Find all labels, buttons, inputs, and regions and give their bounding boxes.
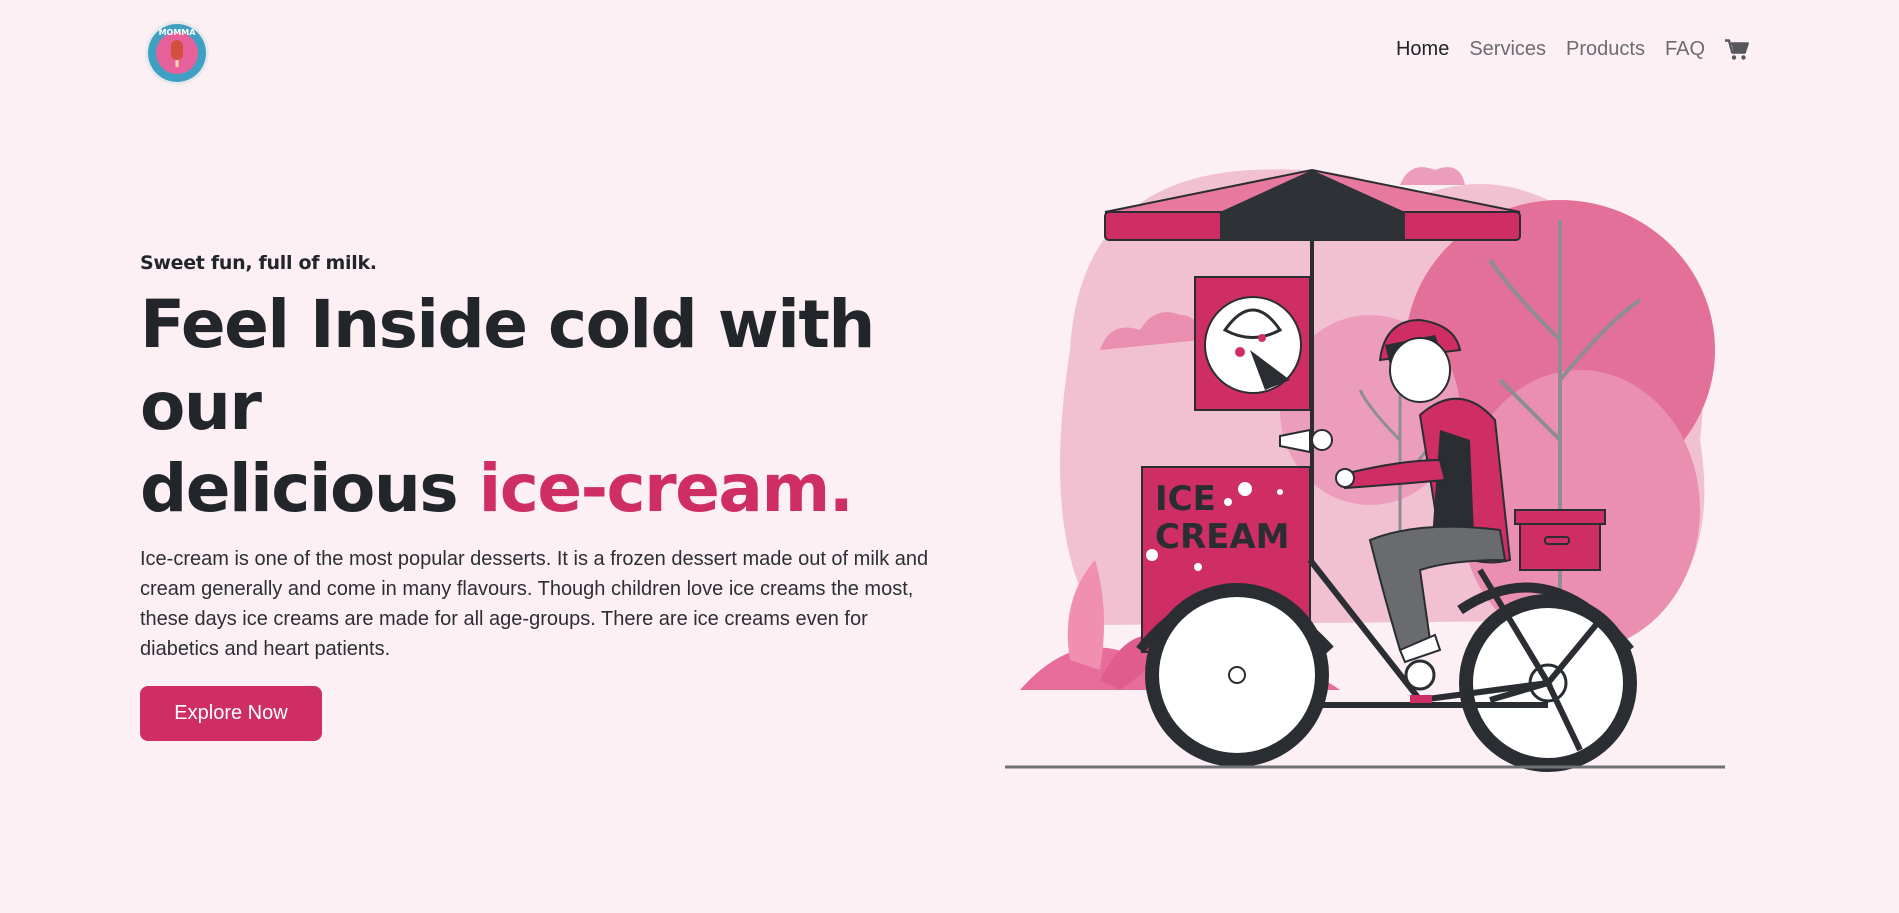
nav-menu: Home Services Products FAQ (1376, 38, 1749, 61)
logo-text: MOMMA (159, 28, 197, 37)
hero-section: Sweet fun, full of milk. Feel Inside col… (140, 252, 960, 741)
cart-sign-cream: CREAM (1155, 517, 1290, 557)
brand-logo[interactable]: MOMMA (144, 20, 210, 86)
nav-item-products[interactable]: Products (1566, 38, 1645, 61)
hero-headline: Feel Inside cold with our delicious ice-… (140, 284, 960, 530)
nav-item-home[interactable]: Home (1396, 38, 1449, 61)
nav-item-services[interactable]: Services (1469, 38, 1546, 61)
navbar: MOMMA Home Services Products FAQ (0, 0, 1899, 108)
headline-accent: ice-cream. (478, 450, 854, 527)
shopping-cart-icon[interactable] (1725, 38, 1749, 61)
explore-now-button[interactable]: Explore Now (140, 686, 322, 741)
headline-line-1: Feel Inside cold with our (140, 286, 875, 445)
cart-sign-ice: ICE (1155, 479, 1216, 519)
nav-item-faq[interactable]: FAQ (1665, 38, 1705, 61)
hero-description: Ice-cream is one of the most popular des… (140, 548, 929, 660)
hero-tagline: Sweet fun, full of milk. (140, 252, 377, 274)
ice-cream-cart-illustration: ICE CREAM (1005, 167, 1725, 772)
headline-line-2: delicious (140, 450, 479, 527)
